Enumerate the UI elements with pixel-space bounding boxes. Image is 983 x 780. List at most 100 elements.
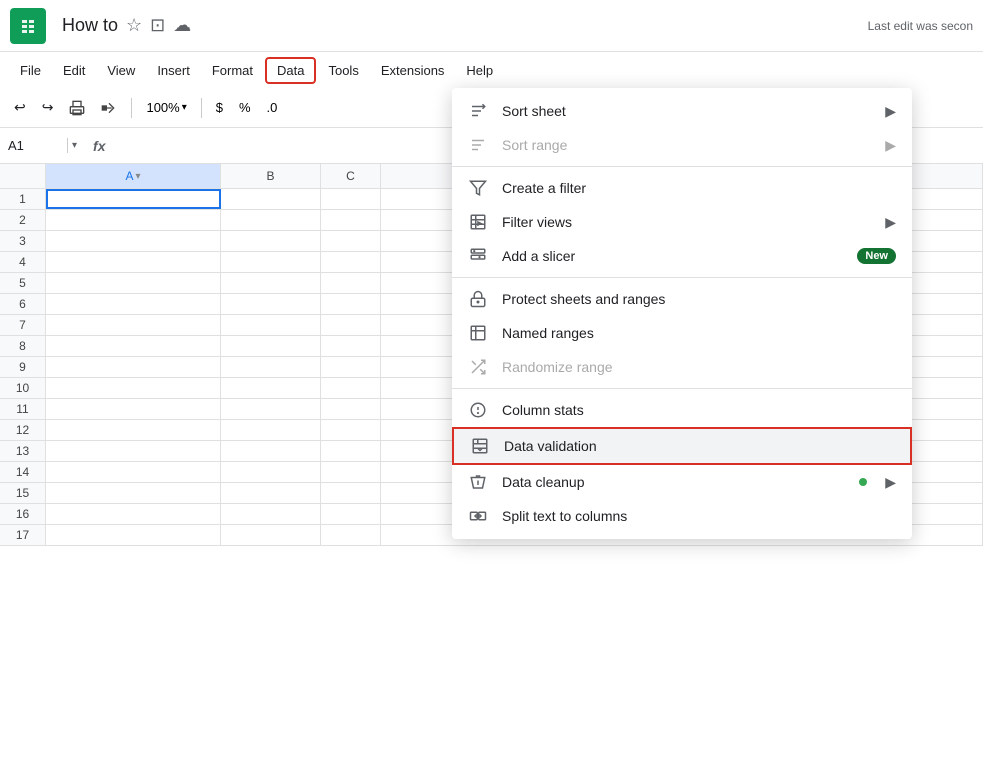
menu-data[interactable]: Data bbox=[265, 57, 316, 84]
percent-button[interactable]: % bbox=[233, 96, 257, 119]
cell-reference-input[interactable] bbox=[8, 138, 68, 153]
menu-view[interactable]: View bbox=[97, 59, 145, 82]
menu-item-add-slicer[interactable]: Add a slicer New bbox=[452, 239, 912, 273]
zoom-arrow-icon: ▾ bbox=[182, 102, 187, 113]
cell-b9[interactable] bbox=[221, 357, 321, 377]
cell-a17[interactable] bbox=[46, 525, 221, 545]
cell-b11[interactable] bbox=[221, 399, 321, 419]
cell-a13[interactable] bbox=[46, 441, 221, 461]
cell-c9[interactable] bbox=[321, 357, 381, 377]
menu-edit[interactable]: Edit bbox=[53, 59, 95, 82]
cell-c10[interactable] bbox=[321, 378, 381, 398]
redo-button[interactable]: ↪ bbox=[36, 95, 60, 120]
cell-a8[interactable] bbox=[46, 336, 221, 356]
cell-b14[interactable] bbox=[221, 462, 321, 482]
cloud-icon[interactable]: ☁ bbox=[173, 15, 191, 36]
sort-range-label: Sort range bbox=[502, 137, 871, 153]
cell-a7[interactable] bbox=[46, 315, 221, 335]
zoom-selector[interactable]: 100% ▾ bbox=[140, 98, 192, 117]
divider-1 bbox=[452, 166, 912, 167]
cell-b17[interactable] bbox=[221, 525, 321, 545]
star-icon[interactable]: ☆ bbox=[126, 15, 142, 36]
menu-item-randomize-range[interactable]: Randomize range bbox=[452, 350, 912, 384]
cell-c17[interactable] bbox=[321, 525, 381, 545]
cell-a10[interactable] bbox=[46, 378, 221, 398]
cell-b3[interactable] bbox=[221, 231, 321, 251]
cell-c13[interactable] bbox=[321, 441, 381, 461]
sort-sheet-arrow-icon: ▶ bbox=[885, 103, 896, 120]
cell-c11[interactable] bbox=[321, 399, 381, 419]
print-button[interactable] bbox=[63, 96, 91, 120]
col-c-label: C bbox=[346, 169, 355, 183]
cell-a4[interactable] bbox=[46, 252, 221, 272]
menu-insert[interactable]: Insert bbox=[147, 59, 200, 82]
menu-item-column-stats[interactable]: Column stats bbox=[452, 393, 912, 427]
cell-c2[interactable] bbox=[321, 210, 381, 230]
menu-tools[interactable]: Tools bbox=[318, 59, 368, 82]
col-a-label: A bbox=[125, 169, 133, 183]
filter-views-label: Filter views bbox=[502, 214, 871, 230]
paint-format-button[interactable] bbox=[95, 96, 123, 120]
cell-a5[interactable] bbox=[46, 273, 221, 293]
cell-b16[interactable] bbox=[221, 504, 321, 524]
cell-c7[interactable] bbox=[321, 315, 381, 335]
cell-a12[interactable] bbox=[46, 420, 221, 440]
folder-icon[interactable]: ⊡ bbox=[150, 15, 165, 36]
row-num: 7 bbox=[0, 315, 46, 335]
currency-button[interactable]: $ bbox=[210, 96, 229, 119]
cell-b4[interactable] bbox=[221, 252, 321, 272]
menu-help[interactable]: Help bbox=[456, 59, 503, 82]
cell-b5[interactable] bbox=[221, 273, 321, 293]
cell-c12[interactable] bbox=[321, 420, 381, 440]
data-cleanup-icon bbox=[468, 473, 488, 491]
cell-b6[interactable] bbox=[221, 294, 321, 314]
cell-a9[interactable] bbox=[46, 357, 221, 377]
menu-item-data-cleanup[interactable]: Data cleanup ▶ bbox=[452, 465, 912, 499]
cell-a14[interactable] bbox=[46, 462, 221, 482]
cell-a6[interactable] bbox=[46, 294, 221, 314]
cell-a1[interactable] bbox=[46, 189, 221, 209]
decimal-button[interactable]: .0 bbox=[261, 96, 284, 119]
cell-c14[interactable] bbox=[321, 462, 381, 482]
cell-b12[interactable] bbox=[221, 420, 321, 440]
cell-a11[interactable] bbox=[46, 399, 221, 419]
cell-b8[interactable] bbox=[221, 336, 321, 356]
cell-c8[interactable] bbox=[321, 336, 381, 356]
col-header-c[interactable]: C bbox=[321, 164, 381, 188]
menu-item-filter-views[interactable]: Filter views ▶ bbox=[452, 205, 912, 239]
data-cleanup-label: Data cleanup bbox=[502, 474, 845, 490]
cell-c4[interactable] bbox=[321, 252, 381, 272]
cell-c16[interactable] bbox=[321, 504, 381, 524]
menu-file[interactable]: File bbox=[10, 59, 51, 82]
col-header-a[interactable]: A ▾ bbox=[46, 164, 221, 188]
cell-a3[interactable] bbox=[46, 231, 221, 251]
menu-extensions[interactable]: Extensions bbox=[371, 59, 455, 82]
cell-b13[interactable] bbox=[221, 441, 321, 461]
cell-c1[interactable] bbox=[321, 189, 381, 209]
cell-c3[interactable] bbox=[321, 231, 381, 251]
sort-range-arrow-icon: ▶ bbox=[885, 137, 896, 154]
menu-item-split-text[interactable]: Split text to columns bbox=[452, 499, 912, 533]
cell-c5[interactable] bbox=[321, 273, 381, 293]
undo-button[interactable]: ↩ bbox=[8, 95, 32, 120]
menu-item-sort-sheet[interactable]: Sort sheet ▶ bbox=[452, 94, 912, 128]
cell-b15[interactable] bbox=[221, 483, 321, 503]
menu-item-create-filter[interactable]: Create a filter bbox=[452, 171, 912, 205]
cell-a15[interactable] bbox=[46, 483, 221, 503]
protect-sheets-icon bbox=[468, 290, 488, 308]
col-header-b[interactable]: B bbox=[221, 164, 321, 188]
cell-c6[interactable] bbox=[321, 294, 381, 314]
cell-c15[interactable] bbox=[321, 483, 381, 503]
cell-b2[interactable] bbox=[221, 210, 321, 230]
row-num: 4 bbox=[0, 252, 46, 272]
menu-item-sort-range[interactable]: Sort range ▶ bbox=[452, 128, 912, 162]
cell-b7[interactable] bbox=[221, 315, 321, 335]
cell-b1[interactable] bbox=[221, 189, 321, 209]
cell-a2[interactable] bbox=[46, 210, 221, 230]
menu-item-data-validation[interactable]: Data validation bbox=[452, 427, 912, 465]
menu-item-protect-sheets[interactable]: Protect sheets and ranges bbox=[452, 282, 912, 316]
cell-b10[interactable] bbox=[221, 378, 321, 398]
cell-a16[interactable] bbox=[46, 504, 221, 524]
menu-format[interactable]: Format bbox=[202, 59, 263, 82]
menu-item-named-ranges[interactable]: Named ranges bbox=[452, 316, 912, 350]
